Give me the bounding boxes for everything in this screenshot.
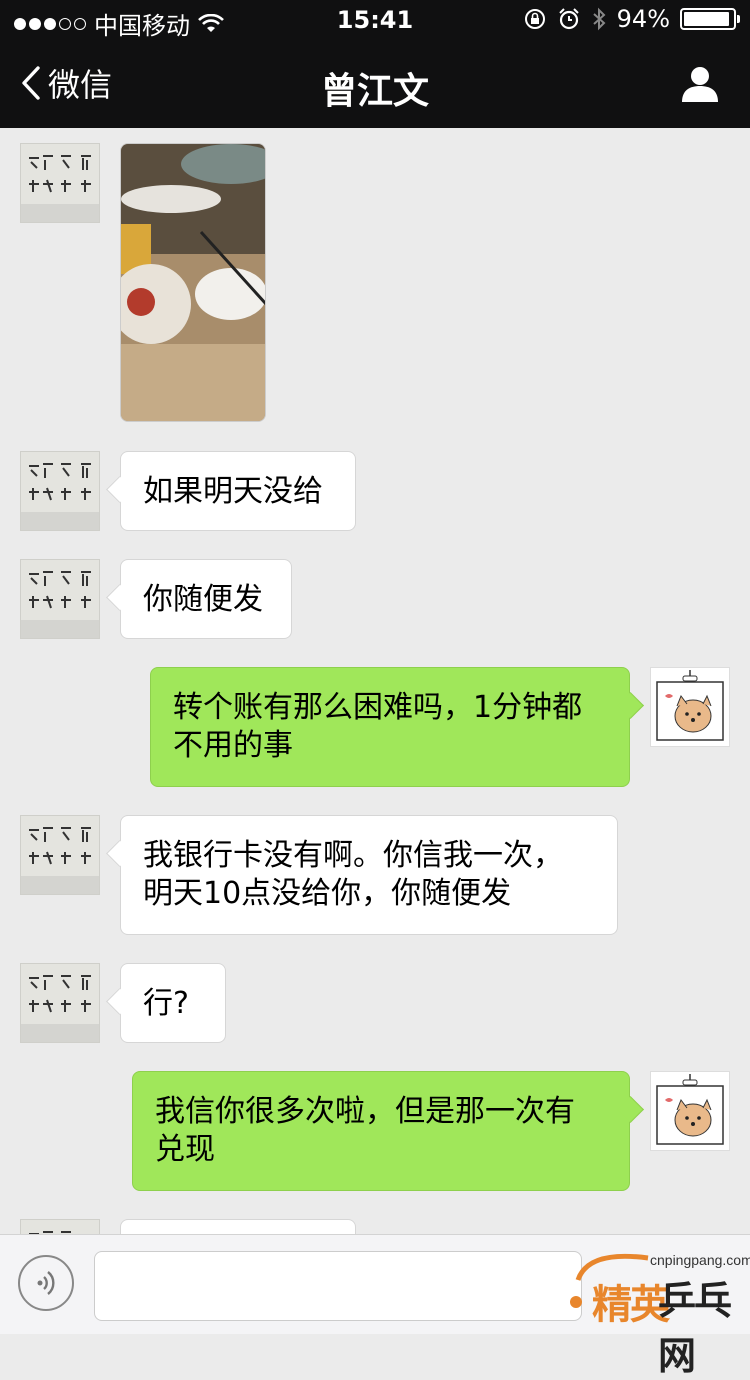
my-avatar[interactable] xyxy=(650,667,730,747)
voice-input-button[interactable] xyxy=(18,1255,74,1311)
bluetooth-icon xyxy=(592,7,606,31)
message-input[interactable] xyxy=(94,1251,582,1321)
battery-icon xyxy=(680,8,740,30)
outgoing-message[interactable]: 转个账有那么困难吗，1分钟都 不用的事 xyxy=(150,667,630,787)
contact-avatar[interactable] xyxy=(20,963,100,1043)
message-text: 行? xyxy=(143,986,189,1021)
incoming-message[interactable] xyxy=(120,1219,356,1234)
message-text-line: 转个账有那么困难吗，1分钟都 xyxy=(173,690,583,725)
chat-title: 曾江文 xyxy=(320,71,429,112)
photo-message[interactable] xyxy=(120,143,266,422)
contact-avatar[interactable] xyxy=(20,559,100,639)
incoming-message[interactable]: 我银行卡没有啊。你信我一次， 明天10点没给你，你随便发 xyxy=(120,815,618,935)
watermark-brand-a: 精英 xyxy=(592,1282,670,1328)
calligraphy-avatar-icon xyxy=(21,964,99,1042)
message-text-line: 明天10点没给你，你随便发 xyxy=(143,876,512,911)
navigation-bar: 微信 曾江文 xyxy=(0,40,750,128)
message-text-line: 不用的事 xyxy=(173,728,293,763)
top-bar: 中国移动 15:41 94% 微信 曾江文 xyxy=(0,0,750,128)
voice-icon xyxy=(37,1271,55,1295)
calligraphy-avatar-icon xyxy=(21,144,99,222)
rotation-lock-icon xyxy=(524,9,545,29)
watermark-logo: cnpingpang.com 精英 乒乓网 xyxy=(568,1240,750,1378)
incoming-message[interactable]: 行? xyxy=(120,963,226,1043)
photo-thumbnail-icon xyxy=(121,144,265,421)
contact-avatar[interactable] xyxy=(20,451,100,531)
incoming-message[interactable]: 如果明天没给 xyxy=(120,451,356,531)
contact-profile-icon[interactable] xyxy=(680,64,720,104)
message-text-line: 我银行卡没有啊。你信我一次， xyxy=(143,838,563,873)
chat-history[interactable]: 如果明天没给 你随便发 转个账有那么困难吗，1分钟都 不用的事 我银行卡没有啊。… xyxy=(0,128,750,1234)
outgoing-message[interactable]: 我信你很多次啦，但是那一次有 兑现 xyxy=(132,1071,630,1191)
message-text: 如果明天没给 xyxy=(143,474,323,509)
cartoon-dog-avatar-icon xyxy=(651,668,729,746)
status-bar: 中国移动 15:41 94% xyxy=(0,0,750,40)
calligraphy-avatar-icon xyxy=(21,452,99,530)
watermark-url: cnpingpang.com xyxy=(650,1252,750,1268)
incoming-message[interactable]: 你随便发 xyxy=(120,559,292,639)
message-text-line: 兑现 xyxy=(155,1132,215,1167)
contact-avatar[interactable] xyxy=(20,1219,100,1234)
message-text: 你随便发 xyxy=(143,582,263,617)
battery-percent: 94% xyxy=(616,5,670,33)
cartoon-dog-avatar-icon xyxy=(651,1072,729,1150)
my-avatar[interactable] xyxy=(650,1071,730,1151)
calligraphy-avatar-icon xyxy=(21,816,99,894)
calligraphy-avatar-icon xyxy=(21,1220,99,1234)
contact-avatar[interactable] xyxy=(20,143,100,223)
watermark-brand-b: 乒乓网 xyxy=(658,1279,732,1378)
message-text-line: 我信你很多次啦，但是那一次有 xyxy=(155,1094,575,1129)
alarm-clock-icon xyxy=(558,8,579,30)
contact-avatar[interactable] xyxy=(20,815,100,895)
calligraphy-avatar-icon xyxy=(21,560,99,638)
